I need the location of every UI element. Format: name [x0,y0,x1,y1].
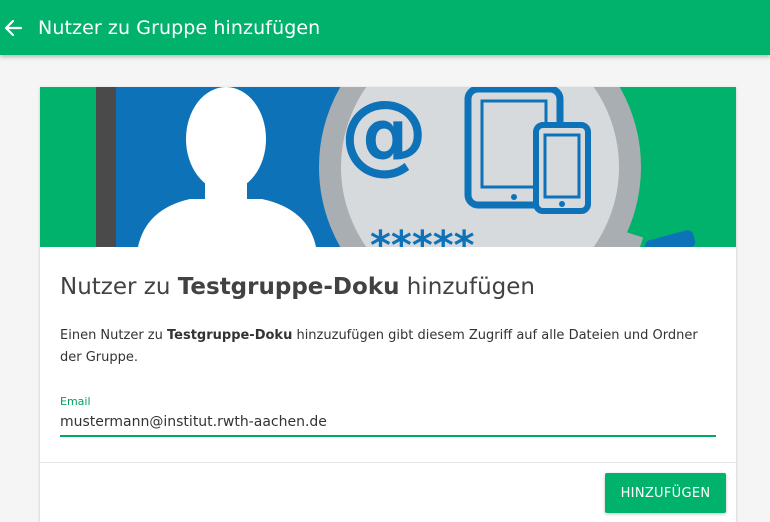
desc-prefix: Einen Nutzer zu [60,328,167,343]
dialog-content: Nutzer zu Testgruppe-Doku hinzufügen Ein… [60,247,716,437]
add-user-card: @ ***** Nutzer zu Testgruppe-Doku hinzuf… [40,87,736,522]
heading-suffix: hinzufügen [399,274,536,300]
arrow-left-icon [4,19,23,36]
heading-prefix: Nutzer zu [60,274,178,300]
desc-group-name: Testgruppe-Doku [167,328,293,343]
banner-illustration: @ ***** [40,87,736,247]
at-sign-icon: @ [340,87,428,184]
app-bar: Nutzer zu Gruppe hinzufügen [0,0,770,55]
page-title: Nutzer zu Gruppe hinzufügen [38,16,321,39]
add-button[interactable]: HINZUFÜGEN [605,473,726,513]
dialog-heading: Nutzer zu Testgruppe-Doku hinzufügen [60,274,716,300]
email-input[interactable] [60,412,716,437]
actions-divider [40,462,736,463]
dialog-description: Einen Nutzer zu Testgruppe-Doku hinzuzuf… [60,325,700,369]
heading-group-name: Testgruppe-Doku [177,274,400,300]
email-field: Email [60,395,716,437]
email-label: Email [60,395,91,408]
phone-icon [533,122,591,214]
password-mask: ***** [370,223,475,247]
back-button[interactable] [0,15,26,41]
